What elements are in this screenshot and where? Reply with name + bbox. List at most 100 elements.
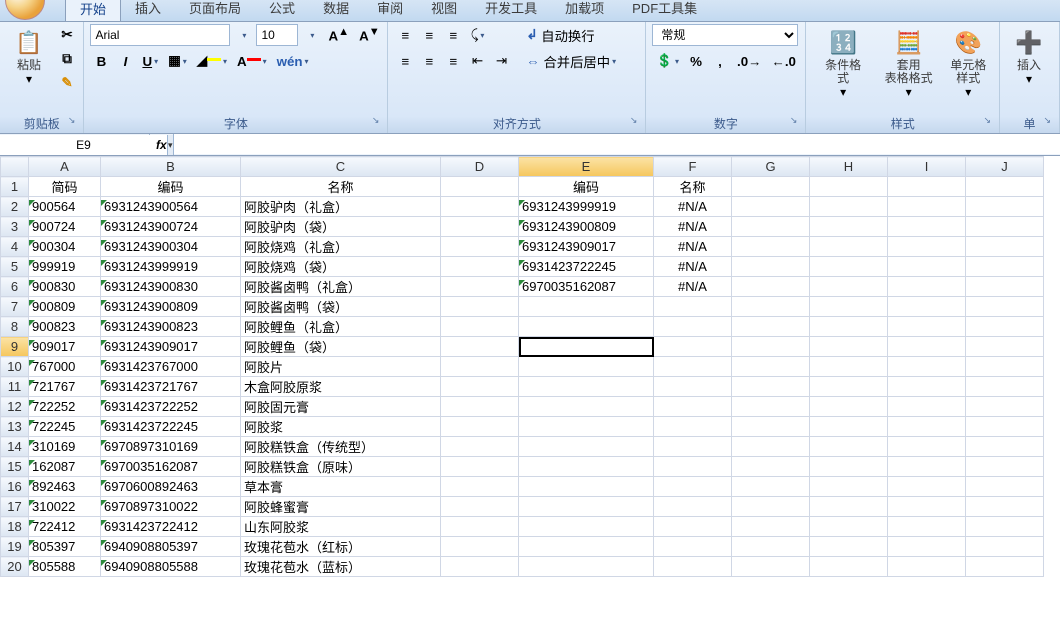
cell-G11[interactable]: [732, 377, 810, 397]
cell-H20[interactable]: [810, 557, 888, 577]
cell-F15[interactable]: [654, 457, 732, 477]
cell-A6[interactable]: 900830: [29, 277, 101, 297]
cell-F19[interactable]: [654, 537, 732, 557]
cell-F13[interactable]: [654, 417, 732, 437]
cell-A9[interactable]: 909017: [29, 337, 101, 357]
cell-D10[interactable]: [441, 357, 519, 377]
cell-G8[interactable]: [732, 317, 810, 337]
copy-button[interactable]: ⧉: [56, 48, 78, 70]
row-header-9[interactable]: 9: [1, 337, 29, 357]
cell-D7[interactable]: [441, 297, 519, 317]
row-header-11[interactable]: 11: [1, 377, 29, 397]
row-header-2[interactable]: 2: [1, 197, 29, 217]
cell-J11[interactable]: [966, 377, 1044, 397]
cell-D3[interactable]: [441, 217, 519, 237]
paste-button[interactable]: 📋 粘贴 ▾: [6, 24, 52, 89]
cell-H7[interactable]: [810, 297, 888, 317]
name-box-input[interactable]: [0, 135, 167, 155]
cell-G4[interactable]: [732, 237, 810, 257]
cell-F12[interactable]: [654, 397, 732, 417]
cell-G20[interactable]: [732, 557, 810, 577]
cell-C12[interactable]: 阿胶固元膏: [241, 397, 441, 417]
tab-6[interactable]: 视图: [417, 0, 471, 21]
cell-I7[interactable]: [888, 297, 966, 317]
cell-D6[interactable]: [441, 277, 519, 297]
cell-B11[interactable]: 6931423721767: [101, 377, 241, 397]
row-header-18[interactable]: 18: [1, 517, 29, 537]
cell-J1[interactable]: [966, 177, 1044, 197]
cell-J14[interactable]: [966, 437, 1044, 457]
cell-H11[interactable]: [810, 377, 888, 397]
cell-I11[interactable]: [888, 377, 966, 397]
row-header-12[interactable]: 12: [1, 397, 29, 417]
cell-J6[interactable]: [966, 277, 1044, 297]
cell-A20[interactable]: 805588: [29, 557, 101, 577]
cell-E6[interactable]: 6970035162087: [519, 277, 654, 297]
cell-C11[interactable]: 木盒阿胶原浆: [241, 377, 441, 397]
cell-B7[interactable]: 6931243900809: [101, 297, 241, 317]
bold-button[interactable]: B: [90, 50, 112, 72]
cell-A5[interactable]: 999919: [29, 257, 101, 277]
cell-B10[interactable]: 6931423767000: [101, 357, 241, 377]
row-header-1[interactable]: 1: [1, 177, 29, 197]
cell-H6[interactable]: [810, 277, 888, 297]
cell-F3[interactable]: #N/A: [654, 217, 732, 237]
cut-button[interactable]: ✂: [56, 24, 78, 46]
cell-A10[interactable]: 767000: [29, 357, 101, 377]
cell-I20[interactable]: [888, 557, 966, 577]
cell-B18[interactable]: 6931423722412: [101, 517, 241, 537]
col-header-H[interactable]: H: [810, 157, 888, 177]
cell-J19[interactable]: [966, 537, 1044, 557]
col-header-D[interactable]: D: [441, 157, 519, 177]
cell-styles-button[interactable]: 🎨单元格 样式▾: [943, 24, 993, 102]
cell-C6[interactable]: 阿胶酱卤鸭（礼盒）: [241, 277, 441, 297]
cell-I14[interactable]: [888, 437, 966, 457]
cell-E3[interactable]: 6931243900809: [519, 217, 654, 237]
cell-C18[interactable]: 山东阿胶浆: [241, 517, 441, 537]
font-color-button[interactable]: A▾: [233, 50, 271, 72]
cell-D13[interactable]: [441, 417, 519, 437]
formula-input[interactable]: [174, 134, 1060, 154]
cell-I6[interactable]: [888, 277, 966, 297]
cell-F16[interactable]: [654, 477, 732, 497]
cell-D1[interactable]: [441, 177, 519, 197]
fx-icon[interactable]: fx: [156, 138, 167, 152]
comma-button[interactable]: ,: [709, 50, 731, 72]
tab-1[interactable]: 插入: [121, 0, 175, 21]
cell-G2[interactable]: [732, 197, 810, 217]
cell-A14[interactable]: 310169: [29, 437, 101, 457]
cell-G17[interactable]: [732, 497, 810, 517]
row-header-6[interactable]: 6: [1, 277, 29, 297]
cell-I15[interactable]: [888, 457, 966, 477]
cell-B17[interactable]: 6970897310022: [101, 497, 241, 517]
cell-G5[interactable]: [732, 257, 810, 277]
cell-A18[interactable]: 722412: [29, 517, 101, 537]
cell-H13[interactable]: [810, 417, 888, 437]
cell-B3[interactable]: 6931243900724: [101, 217, 241, 237]
cell-D18[interactable]: [441, 517, 519, 537]
cell-A15[interactable]: 162087: [29, 457, 101, 477]
cell-J5[interactable]: [966, 257, 1044, 277]
cell-G12[interactable]: [732, 397, 810, 417]
cell-A17[interactable]: 310022: [29, 497, 101, 517]
cell-H15[interactable]: [810, 457, 888, 477]
cell-E5[interactable]: 6931423722245: [519, 257, 654, 277]
cell-C8[interactable]: 阿胶鲤鱼（礼盒）: [241, 317, 441, 337]
cell-A11[interactable]: 721767: [29, 377, 101, 397]
border-button[interactable]: ▦▾: [164, 50, 191, 72]
col-header-J[interactable]: J: [966, 157, 1044, 177]
select-all-corner[interactable]: [1, 157, 29, 177]
cell-I8[interactable]: [888, 317, 966, 337]
cell-E7[interactable]: [519, 297, 654, 317]
cell-G14[interactable]: [732, 437, 810, 457]
font-size-dropdown[interactable]: ▾: [300, 24, 322, 46]
cell-C2[interactable]: 阿胶驴肉（礼盒）: [241, 197, 441, 217]
cell-G1[interactable]: [732, 177, 810, 197]
cell-A13[interactable]: 722245: [29, 417, 101, 437]
cell-F20[interactable]: [654, 557, 732, 577]
col-header-C[interactable]: C: [241, 157, 441, 177]
cell-J18[interactable]: [966, 517, 1044, 537]
cell-B13[interactable]: 6931423722245: [101, 417, 241, 437]
cell-A8[interactable]: 900823: [29, 317, 101, 337]
cell-J8[interactable]: [966, 317, 1044, 337]
